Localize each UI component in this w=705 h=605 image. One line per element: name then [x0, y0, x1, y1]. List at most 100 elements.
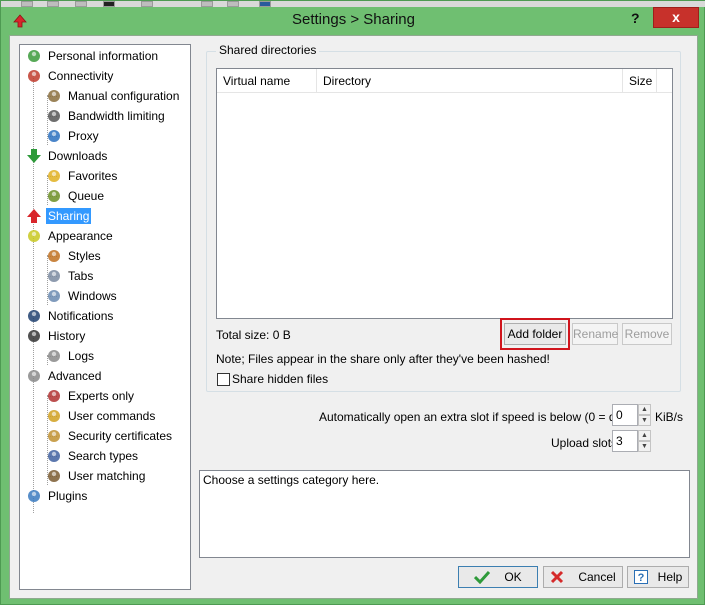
tree-item-history[interactable]: History [26, 326, 87, 346]
users-icon [46, 468, 62, 484]
column-virtual-name[interactable]: Virtual name [217, 69, 317, 93]
tree-item-tabs[interactable]: Tabs [46, 266, 95, 286]
palette-icon [26, 228, 42, 244]
tree-item-label: Favorites [68, 169, 118, 183]
tools-icon [46, 388, 62, 404]
tree-item-label: Experts only [68, 389, 135, 403]
extra-slot-spinner[interactable]: 0 ▲ ▼ [612, 404, 651, 426]
tree-item-label: History [48, 329, 86, 343]
tree-item-connectivity[interactable]: Connectivity [26, 66, 115, 86]
help-icon: ? [633, 570, 648, 584]
settings-tree[interactable]: Personal information Connectivity Manual c… [19, 44, 191, 590]
tree-item-label: User commands [68, 409, 156, 423]
checkmark-icon [474, 570, 491, 584]
tree-item-security-certificates[interactable]: Security certificates [46, 426, 174, 446]
help-button[interactable]: ? Help [627, 566, 689, 588]
tree-item-downloads[interactable]: Downloads [26, 146, 109, 166]
tree-item-label: Personal information [48, 49, 159, 63]
upload-slots-spinner[interactable]: 3 ▲ ▼ [612, 430, 651, 452]
spin-down-icon[interactable]: ▼ [638, 441, 651, 452]
antenna-config-icon [46, 88, 62, 104]
antenna-icon [26, 68, 42, 84]
puzzle-icon [26, 488, 42, 504]
help-label: Help [657, 570, 683, 584]
key-icon [46, 408, 62, 424]
paint-icon [46, 248, 62, 264]
ok-label: OK [504, 570, 522, 584]
queue-icon [46, 188, 62, 204]
column-size[interactable]: Size [623, 69, 657, 93]
context-help-button[interactable]: ? [631, 10, 640, 26]
green-arrow-down-icon [26, 148, 42, 164]
list-header: Virtual name Directory Size [217, 69, 672, 93]
title-bar: Settings > Sharing ? x [1, 7, 705, 35]
tree-item-user-commands[interactable]: User commands [46, 406, 157, 426]
tree-item-personal-information[interactable]: Personal information [26, 46, 160, 66]
tree-item-styles[interactable]: Styles [46, 246, 103, 266]
tree-item-search-types[interactable]: Search types [46, 446, 140, 466]
tree-item-advanced[interactable]: Advanced [26, 366, 103, 386]
tree-item-label: Proxy [68, 129, 99, 143]
tree-item-label: Search types [68, 449, 139, 463]
tree-item-label: Plugins [48, 489, 88, 503]
window-title: Settings > Sharing [292, 11, 415, 28]
share-hidden-label: Share hidden files [232, 372, 329, 386]
tree-item-label: Advanced [48, 369, 102, 383]
magnifier-icon [46, 448, 62, 464]
upload-slots-label: Upload slots [551, 436, 618, 450]
tree-item-label: Styles [68, 249, 101, 263]
tree-item-user-matching[interactable]: User matching [46, 466, 147, 486]
tree-item-manual-configuration[interactable]: Manual configuration [46, 86, 181, 106]
tree-item-label: Appearance [48, 229, 113, 243]
tree-item-plugins[interactable]: Plugins [26, 486, 89, 506]
globe-dark-icon [26, 308, 42, 324]
tree-item-logs[interactable]: Logs [46, 346, 96, 366]
tree-item-bandwidth-limiting[interactable]: Bandwidth limiting [46, 106, 167, 126]
tree-item-appearance[interactable]: Appearance [26, 226, 115, 246]
tree-item-label: Bandwidth limiting [68, 109, 165, 123]
add-folder-highlight [500, 318, 570, 350]
tree-item-label: User matching [68, 469, 146, 483]
tree-item-sharing[interactable]: Sharing [26, 206, 92, 226]
tree-item-proxy[interactable]: Proxy [46, 126, 101, 146]
dialog-client: Personal information Connectivity Manual c… [9, 35, 698, 599]
total-size-label: Total size: 0 B [216, 328, 291, 342]
ok-button[interactable]: OK [458, 566, 538, 588]
lock-icon [46, 428, 62, 444]
tree-item-experts-only[interactable]: Experts only [46, 386, 136, 406]
spin-up-icon[interactable]: ▲ [638, 404, 651, 415]
tree-item-label: Sharing [46, 208, 92, 224]
tabs-icon [46, 268, 62, 284]
tree-item-label: Security certificates [68, 429, 173, 443]
rename-button[interactable]: Rename [572, 323, 618, 345]
settings-window: Settings > Sharing ? x Personal informat… [0, 0, 705, 605]
tree-item-label: Downloads [48, 149, 108, 163]
cog-icon [26, 368, 42, 384]
upload-slots-value: 3 [616, 434, 623, 448]
gauge-icon [46, 108, 62, 124]
share-hidden-checkbox[interactable] [217, 373, 230, 386]
cancel-button[interactable]: Cancel [543, 566, 623, 588]
tree-item-queue[interactable]: Queue [46, 186, 106, 206]
red-x-icon [551, 570, 564, 584]
close-button[interactable]: x [653, 7, 699, 28]
clock-icon [26, 328, 42, 344]
person-icon [26, 48, 42, 64]
tree-item-label: Queue [68, 189, 105, 203]
pen-icon [46, 348, 62, 364]
red-arrow-up-icon [26, 208, 42, 224]
shared-directories-title: Shared directories [216, 43, 320, 57]
spin-up-icon[interactable]: ▲ [638, 430, 651, 441]
spin-down-icon[interactable]: ▼ [638, 415, 651, 426]
windows-icon [46, 288, 62, 304]
column-directory[interactable]: Directory [317, 69, 623, 93]
tree-item-label: Windows [68, 289, 117, 303]
extra-slot-value: 0 [616, 408, 623, 422]
tree-item-notifications[interactable]: Notifications [26, 306, 115, 326]
tree-item-label: Manual configuration [68, 89, 180, 103]
shared-directories-list[interactable]: Virtual name Directory Size [216, 68, 673, 319]
tree-item-windows[interactable]: Windows [46, 286, 119, 306]
tree-item-favorites[interactable]: Favorites [46, 166, 119, 186]
tree-item-label: Logs [68, 349, 95, 363]
remove-button[interactable]: Remove [622, 323, 672, 345]
